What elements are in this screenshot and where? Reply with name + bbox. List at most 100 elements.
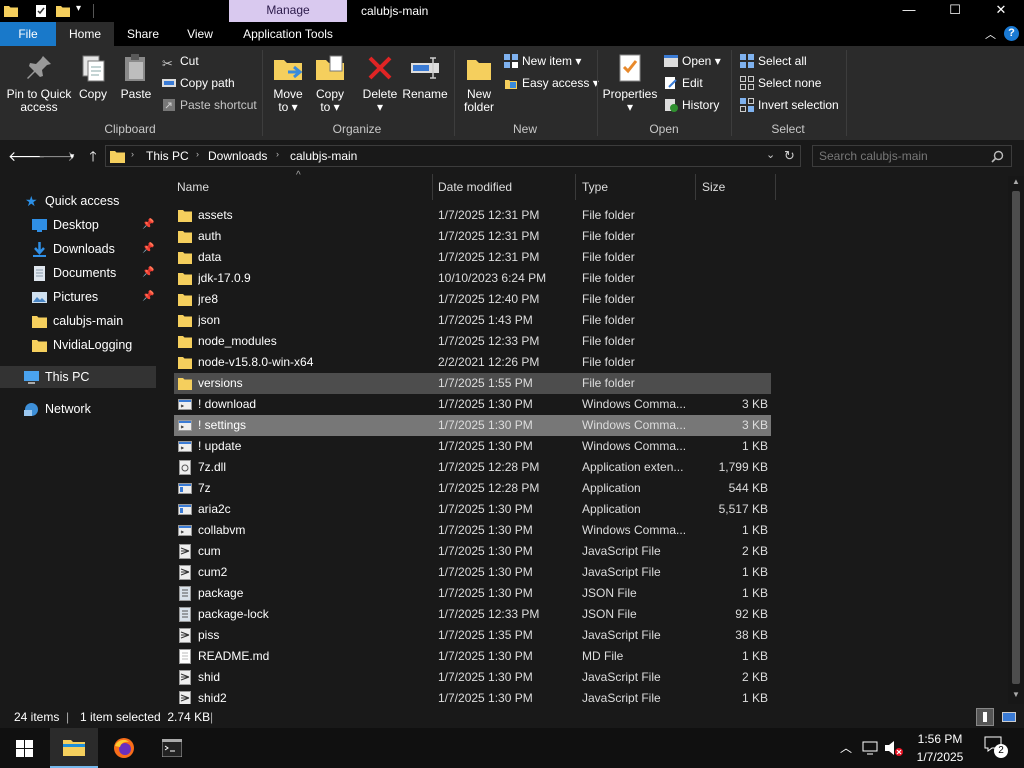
file-row[interactable]: node_modules 1/7/2025 12:33 PM File folder [174,331,771,352]
action-center-button[interactable]: 2 [984,736,1008,758]
column-divider[interactable] [775,174,776,200]
column-header-size[interactable]: Size [702,180,725,194]
file-row[interactable]: jre8 1/7/2025 12:40 PM File folder [174,289,771,310]
tab-application-tools[interactable]: Application Tools [229,22,347,46]
pin-icon[interactable]: 📌 [142,238,154,260]
tab-file[interactable]: File [0,22,56,46]
search-icon[interactable] [991,150,1004,163]
clock-date[interactable]: 1/7/2025 [912,750,968,764]
file-row[interactable]: cum 1/7/2025 1:30 PM JavaScript File 2 KB [174,541,771,562]
manage-contextual-tab[interactable]: Manage [229,0,347,22]
nav-calubjs-main[interactable]: calubjs-main [0,310,156,332]
maximize-button[interactable]: ☐ [932,0,978,22]
file-row[interactable]: json 1/7/2025 1:43 PM File folder [174,310,771,331]
pin-icon[interactable]: 📌 [142,262,154,284]
file-row[interactable]: 7z 1/7/2025 12:28 PM Application 544 KB [174,478,771,499]
address-history-chevron-icon[interactable]: ⌄ [766,148,775,161]
file-row[interactable]: aria2c 1/7/2025 1:30 PM Application 5,517 K… [174,499,771,520]
file-row[interactable]: auth 1/7/2025 12:31 PM File folder [174,226,771,247]
tab-home[interactable]: Home [56,22,114,46]
column-header-type[interactable]: Type [582,180,608,194]
close-button[interactable]: ✕ [978,0,1024,22]
scroll-up-arrow-icon[interactable]: ▲ [1012,177,1020,186]
refresh-icon[interactable]: ↻ [784,148,795,164]
move-to-button[interactable]: Move to ▾ [268,52,308,114]
details-view-icon[interactable] [976,708,994,726]
new-folder-button[interactable]: New folder [458,52,500,114]
select-all-button[interactable]: Select all [740,52,807,70]
file-row[interactable]: collabvm 1/7/2025 1:30 PM Windows Comma...… [174,520,771,541]
breadcrumb-separator-icon[interactable]: › [196,149,199,159]
network-status-icon[interactable] [862,741,880,755]
file-row[interactable]: assets 1/7/2025 12:31 PM File folder [174,205,771,226]
forward-arrow-icon[interactable]: 🡒 [38,146,76,166]
edit-button[interactable]: Edit [664,74,703,92]
file-row[interactable]: 7z.dll 1/7/2025 12:28 PM Application exten… [174,457,771,478]
nav-desktop[interactable]: Desktop 📌 [0,214,156,236]
scroll-down-arrow-icon[interactable]: ▼ [1012,690,1020,699]
breadcrumb-current-folder[interactable]: calubjs-main [290,149,357,163]
up-arrow-icon[interactable]: 🡑 [83,146,103,166]
delete-button[interactable]: Delete ▾ [360,52,400,114]
large-icons-view-icon[interactable] [1000,708,1018,726]
column-divider[interactable] [575,174,576,200]
file-row[interactable]: versions 1/7/2025 1:55 PM File folder [174,373,771,394]
address-bar[interactable]: › This PC › Downloads › calubjs-main ⌄ ↻ [105,145,801,167]
file-row[interactable]: package 1/7/2025 1:30 PM JSON File 1 KB [174,583,771,604]
file-row[interactable]: cum2 1/7/2025 1:30 PM JavaScript File 1 KB [174,562,771,583]
breadcrumb-this-pc[interactable]: This PC [146,149,189,163]
invert-selection-button[interactable]: Invert selection [740,96,839,114]
file-row[interactable]: README.md 1/7/2025 1:30 PM MD File 1 KB [174,646,771,667]
scrollbar-thumb[interactable] [1012,191,1020,684]
search-box[interactable]: Search calubjs-main [812,145,1012,167]
cut-button[interactable]: ✂ Cut [162,52,199,71]
file-row[interactable]: ! update 1/7/2025 1:30 PM Windows Comma...… [174,436,771,457]
nav-pictures[interactable]: Pictures 📌 [0,286,156,308]
taskbar-firefox[interactable] [100,728,148,768]
select-none-button[interactable]: Select none [740,74,821,92]
tab-view[interactable]: View [172,22,228,46]
paste-shortcut-button[interactable]: Paste shortcut [162,96,257,114]
start-button[interactable] [0,728,48,768]
nav-network[interactable]: Network [0,398,156,420]
column-divider[interactable] [432,174,433,200]
file-row[interactable]: piss 1/7/2025 1:35 PM JavaScript File 38 KB [174,625,771,646]
breadcrumb-separator-icon[interactable]: › [276,149,279,159]
nav-documents[interactable]: Documents 📌 [0,262,156,284]
pin-icon[interactable]: 📌 [142,214,154,236]
show-hidden-icons-chevron-icon[interactable]: ︿ [840,739,852,756]
pin-to-quick-access-button[interactable]: Pin to Quick access [4,52,74,114]
breadcrumb-separator-icon[interactable]: › [131,149,134,159]
tab-share[interactable]: Share [114,22,172,46]
nav-quick-access[interactable]: ★ Quick access [0,190,156,212]
file-row[interactable]: jdk-17.0.9 10/10/2023 6:24 PM File folder [174,268,771,289]
help-icon[interactable]: ? [1004,26,1019,41]
file-row[interactable]: package-lock 1/7/2025 12:33 PM JSON File 92… [174,604,771,625]
back-arrow-icon[interactable]: 🡐 [8,146,46,166]
taskbar-terminal[interactable] [148,728,196,768]
column-header-date-modified[interactable]: Date modified [438,180,512,194]
paste-button[interactable]: Paste [118,52,154,101]
new-item-button[interactable]: New item ▾ [504,52,581,70]
vertical-scrollbar[interactable]: ▲ ▼ [1008,176,1024,704]
collapse-ribbon-icon[interactable]: ︿ [985,26,996,42]
copy-button[interactable]: Copy [76,52,110,101]
file-row[interactable]: ! download 1/7/2025 1:30 PM Windows Comma.… [174,394,771,415]
taskbar-file-explorer[interactable] [50,728,98,768]
nav-this-pc[interactable]: This PC [0,366,156,388]
file-row[interactable]: node-v15.8.0-win-x64 2/2/2021 12:26 PM Fil… [174,352,771,373]
minimize-button[interactable]: — [886,0,932,22]
open-button[interactable]: Open ▾ [664,52,721,70]
rename-button[interactable]: Rename [402,52,448,101]
breadcrumb-downloads[interactable]: Downloads [208,149,267,163]
nav-downloads[interactable]: Downloads 📌 [0,238,156,260]
pin-icon[interactable]: 📌 [142,286,154,308]
file-row[interactable]: shid 1/7/2025 1:30 PM JavaScript File 2 KB [174,667,771,688]
volume-muted-icon[interactable] [884,740,904,756]
properties-icon[interactable] [34,4,48,18]
file-row[interactable]: data 1/7/2025 12:31 PM File folder [174,247,771,268]
history-button[interactable]: History [664,96,719,114]
column-divider[interactable] [695,174,696,200]
clock-time[interactable]: 1:56 PM [912,732,968,746]
recent-locations-chevron-icon[interactable]: ▾ [62,146,82,166]
